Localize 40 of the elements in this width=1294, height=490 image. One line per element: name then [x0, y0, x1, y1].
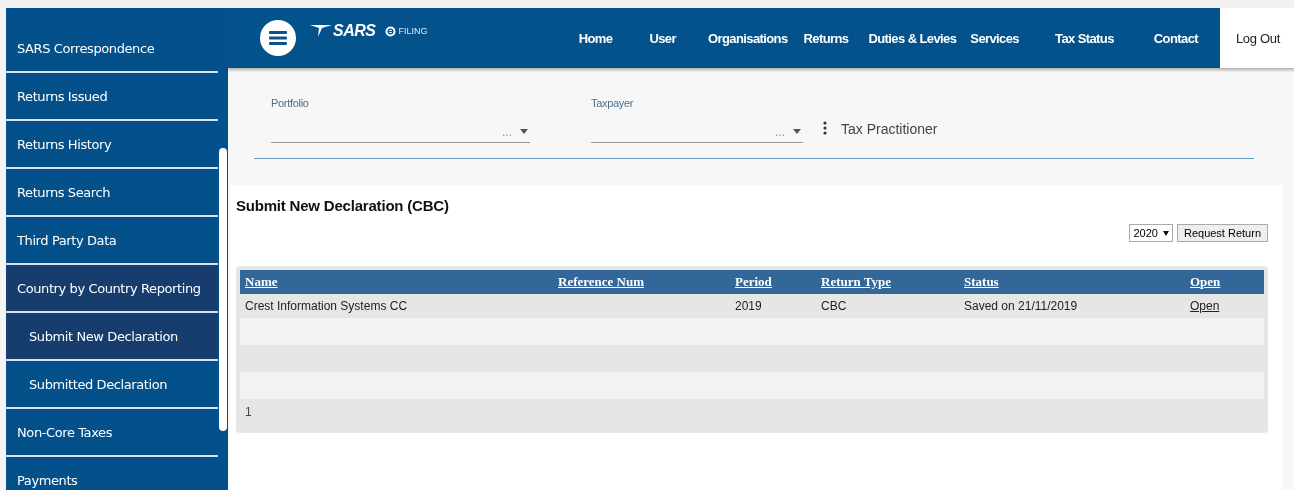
table-cell: CBC [821, 299, 847, 313]
request-return-button[interactable]: Request Return [1176, 224, 1268, 242]
nav-link[interactable]: Contact [1143, 30, 1220, 46]
swoosh-icon [310, 25, 332, 37]
column-header[interactable]: Name [245, 274, 278, 289]
column-header[interactable]: Period [735, 274, 772, 289]
page-number[interactable]: 1 [245, 405, 252, 419]
column-header[interactable]: Return Type [821, 274, 891, 289]
e-circle-icon [385, 25, 397, 37]
open-link[interactable]: Open [1190, 299, 1220, 313]
field-label: Portfolio [271, 97, 310, 109]
year-select[interactable]: 2020 [1129, 224, 1173, 242]
nav-link[interactable]: Tax Status [1045, 30, 1144, 46]
nav-link[interactable]: Organisations [697, 30, 794, 46]
menu-button[interactable] [260, 20, 296, 56]
column-header[interactable]: Status [964, 274, 999, 289]
more-icon[interactable] [823, 121, 827, 135]
caret-icon [793, 129, 801, 134]
table-cell: Saved on 21/11/2019 [964, 299, 1078, 313]
logout-link[interactable]: Log Out [1220, 8, 1294, 68]
nav-link[interactable]: Home [568, 30, 640, 46]
scrollbar-thumb[interactable] [219, 148, 227, 431]
nav-link[interactable]: Services [960, 30, 1045, 46]
page-title: Submit New Declaration (CBC) [236, 197, 450, 214]
nav-link[interactable]: Duties & Levies [858, 30, 961, 46]
caret-icon [1162, 230, 1169, 236]
column-header[interactable]: Open [1190, 274, 1221, 289]
field-label: Taxpayer [591, 97, 635, 109]
table-cell: Crest Information Systems CC [245, 299, 408, 313]
logo-text: SARS [333, 22, 376, 40]
nav-link[interactable]: Returns [793, 30, 859, 46]
table-cell: 2019 [735, 299, 762, 313]
menu-icon [269, 31, 287, 45]
caret-icon [520, 129, 528, 134]
sidebar-subitem[interactable]: Submit New Declaration [6, 313, 218, 361]
sidebar-item[interactable]: Country by Country Reporting [6, 265, 218, 313]
role-text: Tax Practitioner [841, 121, 938, 137]
nav-link[interactable]: User [639, 30, 698, 46]
product-name: FILING [398, 26, 428, 36]
column-header[interactable]: Reference Num [558, 274, 645, 289]
